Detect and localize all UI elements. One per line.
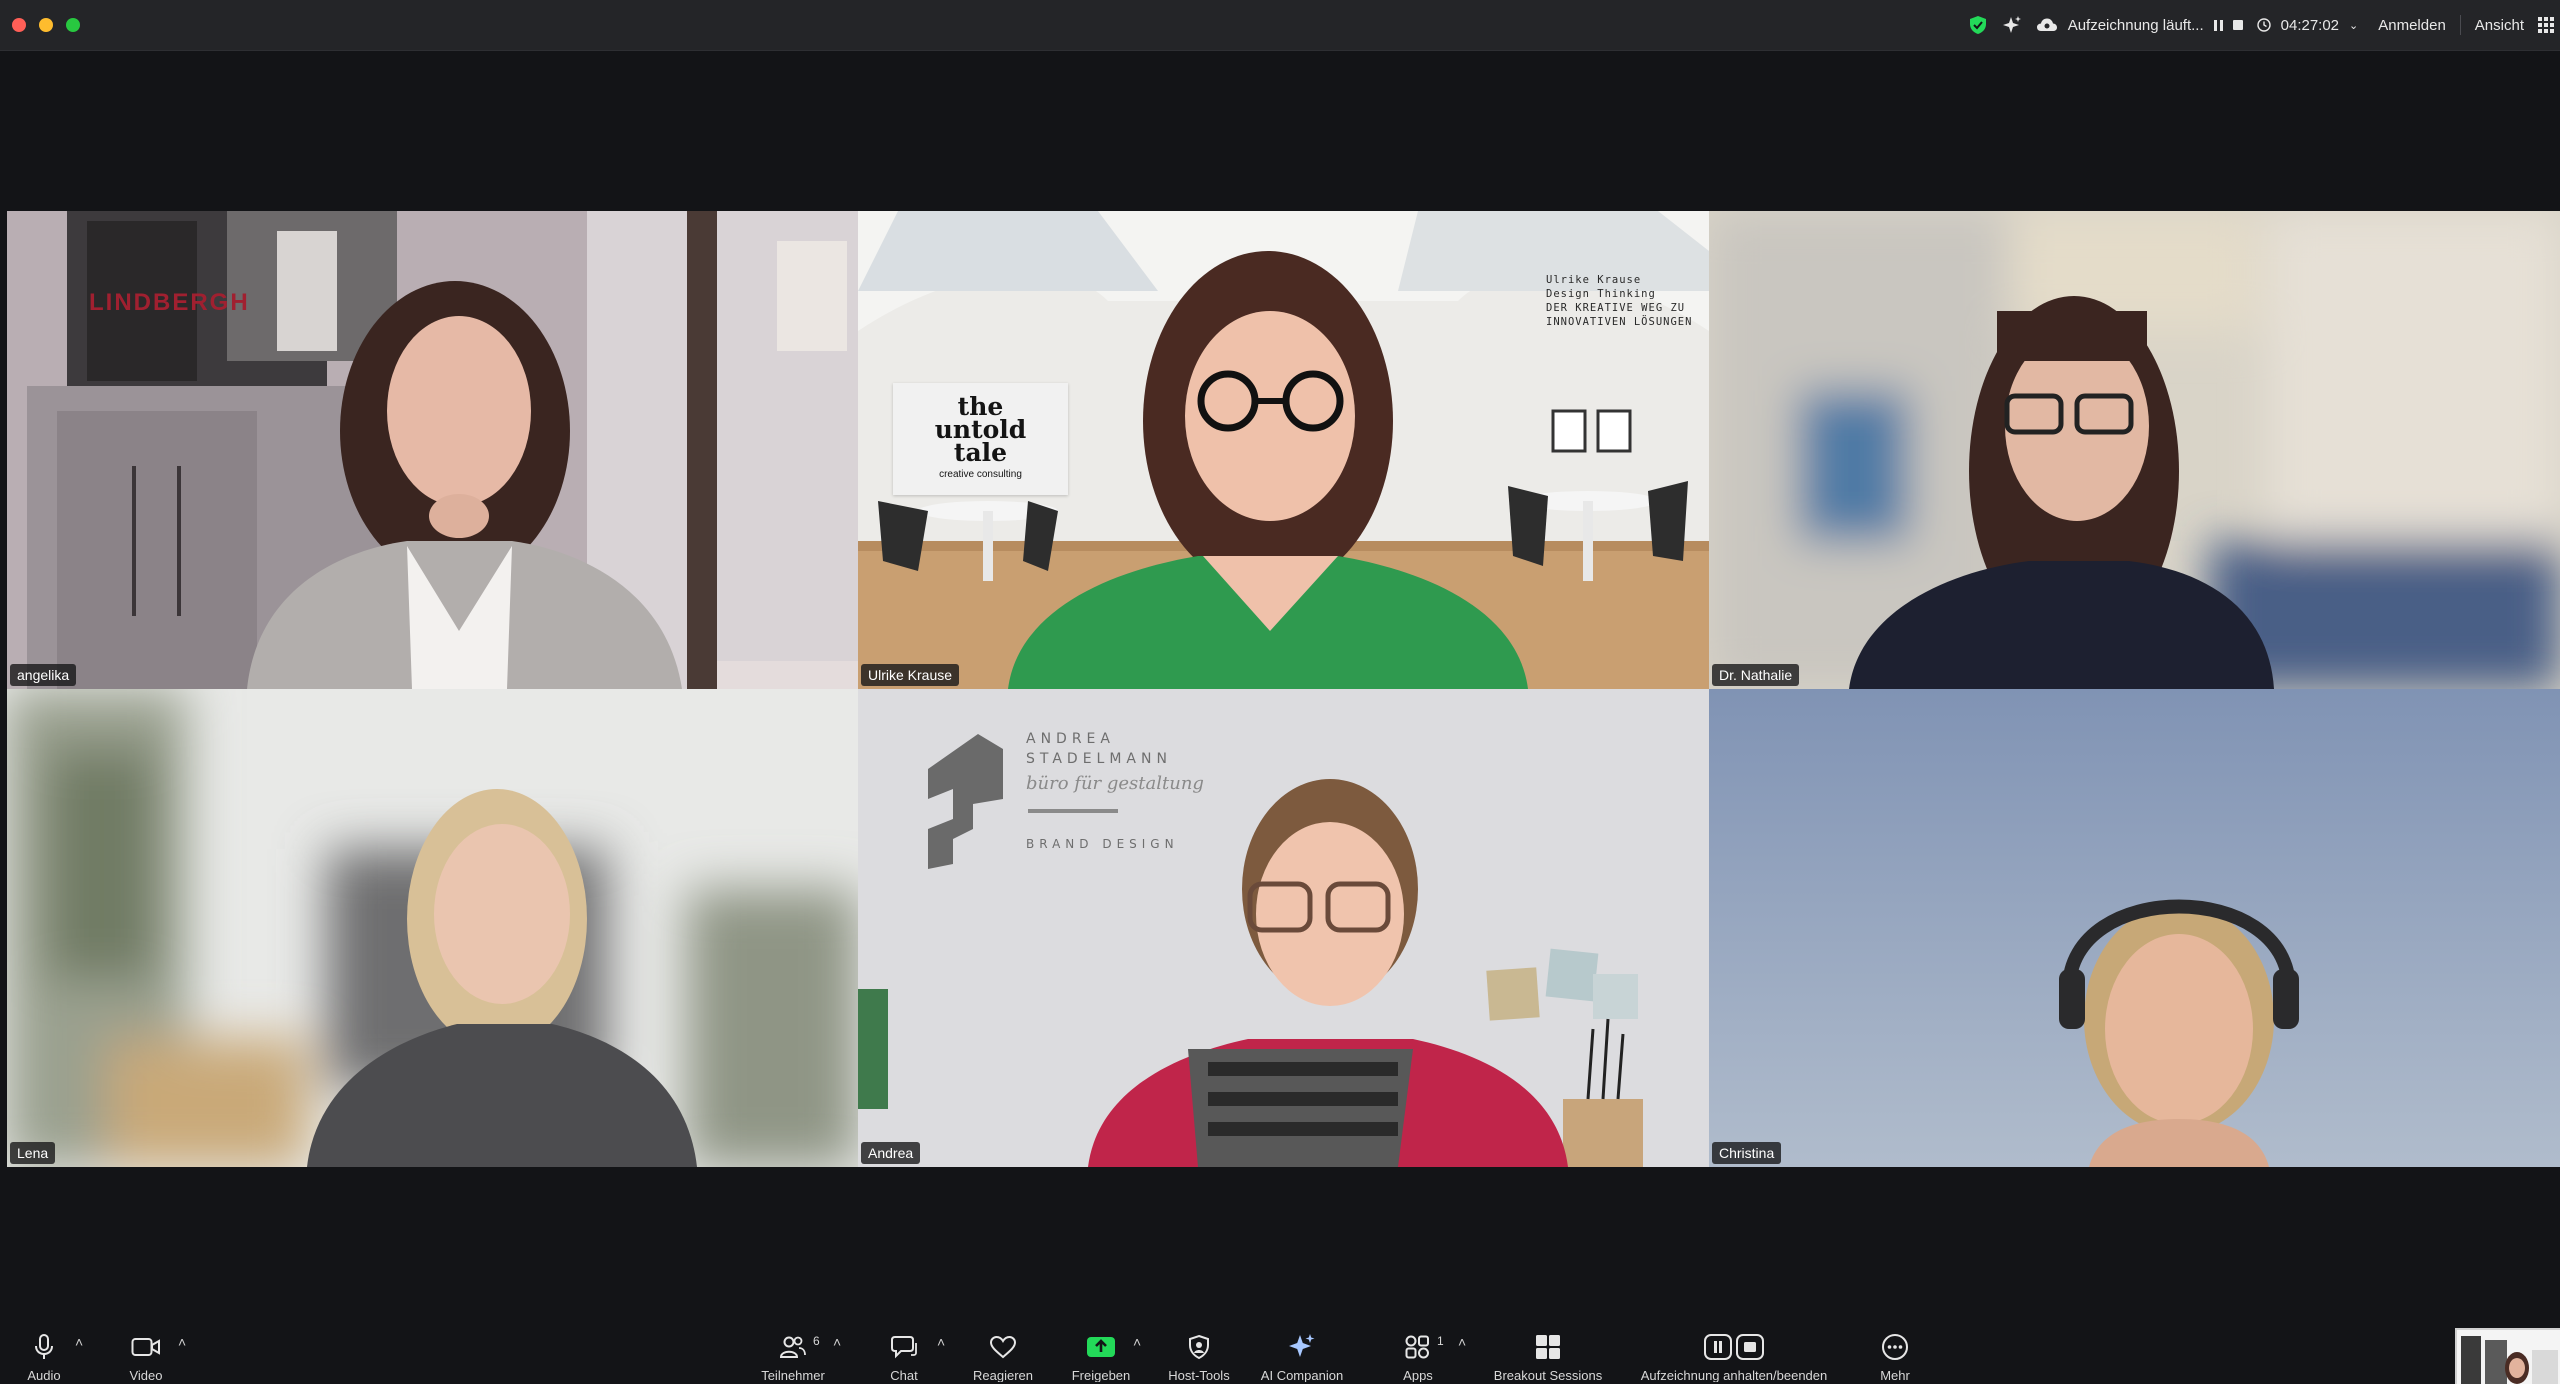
participant-name-label: Lena (10, 1142, 56, 1164)
participants-icon (780, 1336, 806, 1358)
video-tile-andrea[interactable]: ANDREA STADELMANN büro für gestaltung BR… (858, 689, 1709, 1167)
apps-label: Apps (1403, 1368, 1433, 1382)
brand-line: ANDREA (1026, 731, 1115, 747)
window-titlebar: Aufzeichnung läuft... 04:27:02 ⌄ Anmelde… (0, 0, 2560, 51)
brand-logo-text: ANDREA STADELMANN (1026, 729, 1172, 769)
self-view-video (2457, 1330, 2560, 1384)
minimize-window-button[interactable] (39, 18, 53, 32)
heart-icon (989, 1335, 1017, 1359)
gallery-view-grid: LINDBERGH angelika the untold tale creat… (7, 211, 2560, 1167)
brand-line: STADELMANN (1026, 751, 1172, 767)
video-tile-lena[interactable]: Lena (7, 689, 858, 1167)
titlebar-status-area: Aufzeichnung läuft... 04:27:02 ⌄ Anmelde… (1968, 0, 2560, 50)
close-window-button[interactable] (12, 18, 26, 32)
view-button[interactable]: Ansicht (2475, 17, 2524, 34)
participant-name-label: Dr. Nathalie (1712, 664, 1800, 686)
apps-button[interactable]: 1 Apps (1373, 1332, 1463, 1382)
wall-text-line: DER KREATIVE WEG ZU (1546, 302, 1686, 314)
brand-design-text: BRAND DESIGN (1026, 837, 1179, 851)
share-screen-icon (1087, 1337, 1115, 1357)
audio-options-caret[interactable]: ˄ (75, 1334, 83, 1350)
more-label: Mehr (1880, 1368, 1910, 1382)
recording-status-label: Aufzeichnung läuft... (2067, 16, 2204, 34)
self-view-thumbnail[interactable] (2455, 1328, 2560, 1384)
participant-name-label: Christina (1712, 1142, 1782, 1164)
apps-count-badge: 1 (1437, 1334, 1444, 1348)
poster-text: LINDBERGH (89, 289, 250, 316)
breakout-grid-icon (1536, 1335, 1560, 1359)
video-options-caret[interactable]: ˄ (178, 1334, 186, 1350)
fullscreen-window-button[interactable] (66, 18, 80, 32)
participant-name-label: Ulrike Krause (861, 664, 960, 686)
share-options-caret[interactable]: ˄ (1133, 1334, 1141, 1350)
signin-button[interactable]: Anmelden (2378, 17, 2446, 34)
participants-count-badge: 6 (813, 1334, 820, 1348)
apps-icon (1405, 1335, 1429, 1359)
recording-controls-label: Aufzeichnung anhalten/beenden (1640, 1368, 1828, 1382)
more-dots-icon (1882, 1334, 1908, 1360)
participant-name-label: Andrea (861, 1142, 921, 1164)
host-tools-label: Host-Tools (1168, 1368, 1230, 1382)
pause-recording-icon[interactable] (2213, 19, 2223, 31)
chat-button[interactable]: Chat (859, 1332, 949, 1382)
chat-label: Chat (890, 1368, 918, 1382)
encryption-shield-icon[interactable] (1968, 15, 1988, 35)
meeting-toolbar: Audio ˄ Video ˄ 6 Teilnehmer ˄ Chat ˄ Re… (0, 1314, 2560, 1382)
video-tile-dr-nathalie[interactable]: Dr. Nathalie (1709, 211, 2560, 689)
host-tools-button[interactable]: Host-Tools (1154, 1332, 1244, 1382)
participant-video-andrea (858, 689, 1709, 1167)
participant-video-dr-nathalie (1709, 211, 2560, 689)
wall-text-line: Design Thinking (1546, 288, 1656, 300)
video-tile-christina[interactable]: Christina (1709, 689, 2560, 1167)
ai-companion-label: AI Companion (1260, 1368, 1344, 1382)
ai-companion-sparkle-icon (1289, 1334, 1315, 1357)
ai-sparkle-icon[interactable] (2002, 15, 2022, 35)
participants-options-caret[interactable]: ˄ (833, 1334, 841, 1350)
share-label: Freigeben (1071, 1368, 1131, 1382)
titlebar-divider (2459, 15, 2461, 35)
meeting-timer[interactable]: 04:27:02 ⌄ (2256, 16, 2359, 34)
timer-label: 04:27:02 (2280, 16, 2340, 34)
chat-bubble-icon (891, 1336, 917, 1359)
cloud-recording-icon (2036, 18, 2057, 31)
stop-recording-icon[interactable] (2232, 20, 2243, 30)
wall-text-line: INNOVATIVEN LÖSUNGEN (1546, 316, 1693, 328)
chat-options-caret[interactable]: ˄ (937, 1334, 945, 1350)
brand-script-text: büro für gestaltung (1026, 773, 1204, 794)
ai-companion-button[interactable]: AI Companion (1257, 1332, 1347, 1382)
cloud-recording-status[interactable]: Aufzeichnung läuft... (2036, 17, 2243, 34)
react-label: Reagieren (973, 1368, 1033, 1382)
chevron-down-icon: ⌄ (2349, 19, 2359, 32)
video-camera-icon (131, 1338, 160, 1356)
video-tile-angelika[interactable]: LINDBERGH angelika (7, 211, 858, 689)
participant-video-lena (7, 689, 858, 1167)
breakout-sessions-button[interactable]: Breakout Sessions (1494, 1332, 1602, 1382)
video-tile-ulrike-krause[interactable]: the untold tale creative consulting Ulri… (858, 211, 1709, 689)
audio-label: Audio (27, 1368, 61, 1382)
window-controls (12, 18, 80, 32)
breakout-label: Breakout Sessions (1493, 1368, 1603, 1382)
apps-options-caret[interactable]: ˄ (1458, 1334, 1466, 1350)
more-button[interactable]: Mehr (1850, 1332, 1940, 1382)
wall-text-line: Ulrike Krause (1546, 274, 1642, 286)
pause-stop-recording-icon (1704, 1334, 1764, 1360)
gallery-view-icon[interactable] (2538, 17, 2554, 33)
untold-tale-sign: the untold tale creative consulting (893, 383, 1068, 495)
microphone-icon (35, 1334, 53, 1359)
shield-icon (1189, 1334, 1209, 1360)
participant-video-christina (1709, 689, 2560, 1167)
sign-subtitle: creative consulting (939, 469, 1022, 480)
wall-lettering: Ulrike Krause Design Thinking DER KREATI… (1546, 273, 1692, 329)
participants-button[interactable]: 6 Teilnehmer (748, 1332, 838, 1382)
participant-name-label: angelika (10, 664, 77, 686)
clock-icon (2256, 18, 2271, 32)
video-label: Video (129, 1368, 163, 1382)
participants-label: Teilnehmer (761, 1368, 825, 1382)
sign-line-3: tale (953, 438, 1008, 467)
recording-controls-button[interactable]: Aufzeichnung anhalten/beenden (1614, 1332, 1854, 1382)
participant-video-angelika (7, 211, 858, 689)
react-button[interactable]: Reagieren (958, 1332, 1048, 1382)
